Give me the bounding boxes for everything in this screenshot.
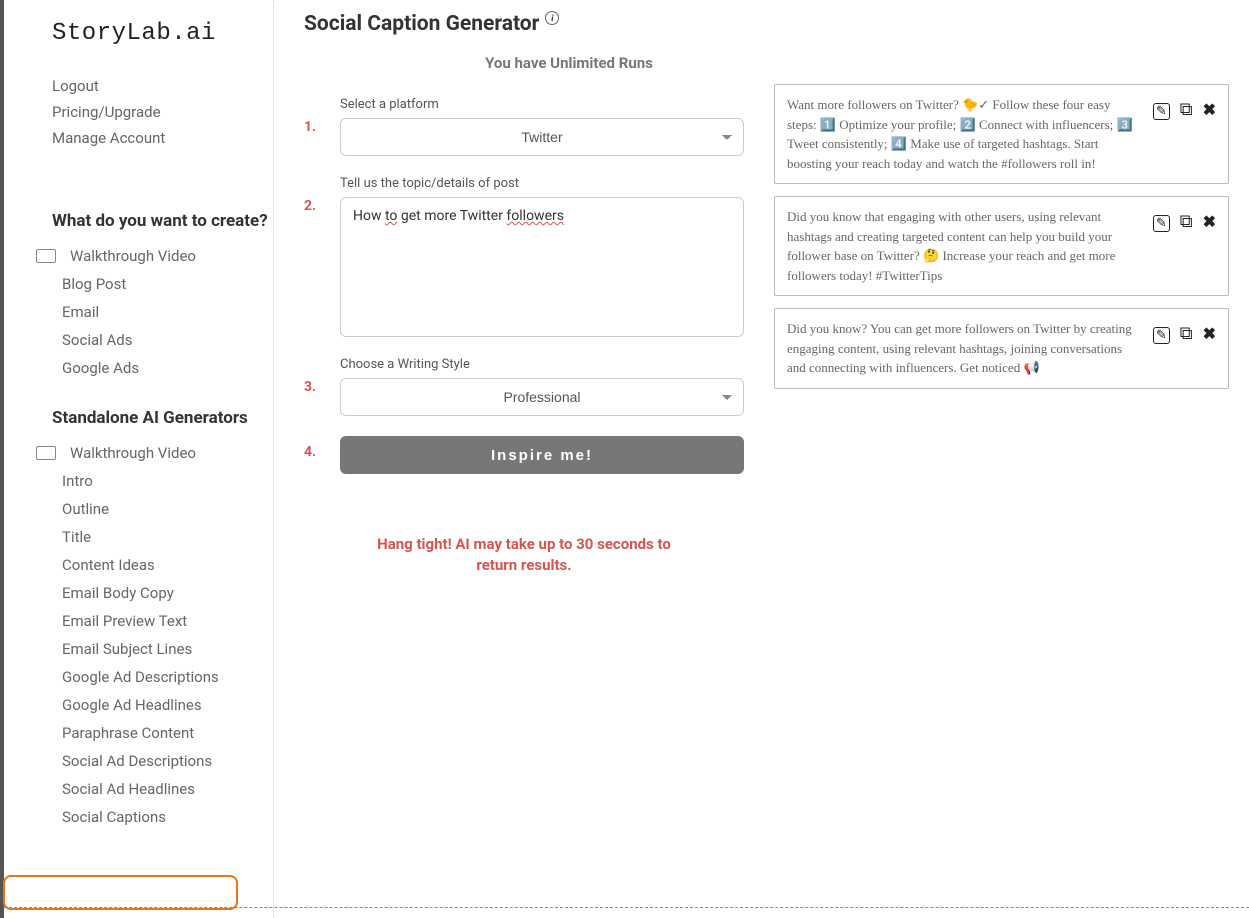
sidebar-item-email[interactable]: Email xyxy=(4,298,273,326)
sidebar-item-content-ideas[interactable]: Content Ideas xyxy=(4,551,273,579)
close-icon[interactable] xyxy=(1203,323,1216,344)
copy-icon[interactable] xyxy=(1180,211,1193,232)
wait-message: Hang tight! AI may take up to 30 seconds… xyxy=(304,534,744,576)
step-2-number: 2. xyxy=(304,176,322,337)
result-actions xyxy=(1153,319,1216,378)
bottom-divider xyxy=(4,907,1249,908)
sidebar-item-intro[interactable]: Intro xyxy=(4,467,273,495)
step-3: 3. Choose a Writing Style Professional xyxy=(304,357,744,416)
sidebar-list-2: Walkthrough Video Intro Outline Title Co… xyxy=(4,439,273,831)
page-title: Social Caption Generator i xyxy=(304,12,744,36)
inspire-button[interactable]: Inspire me! xyxy=(340,436,744,474)
result-text: Did you know? You can get more followers… xyxy=(787,319,1143,378)
runs-message: You have Unlimited Runs xyxy=(304,54,744,72)
account-links: Logout Pricing/Upgrade Manage Account xyxy=(4,77,273,155)
edit-icon[interactable] xyxy=(1153,211,1170,232)
edit-icon[interactable] xyxy=(1153,323,1170,344)
sidebar-item-social-ads[interactable]: Social Ads xyxy=(4,326,273,354)
platform-select[interactable]: Twitter xyxy=(340,118,744,156)
step-3-number: 3. xyxy=(304,357,322,416)
sidebar-item-google-ads[interactable]: Google Ads xyxy=(4,354,273,382)
sidebar-list-1: Walkthrough Video Blog Post Email Social… xyxy=(4,242,273,382)
sidebar-item-social-captions[interactable]: Social Captions xyxy=(4,803,273,831)
logout-link[interactable]: Logout xyxy=(52,77,273,95)
main-content: Social Caption Generator i You have Unli… xyxy=(274,0,1249,918)
style-label: Choose a Writing Style xyxy=(340,357,744,372)
sidebar-item-social-ad-descriptions[interactable]: Social Ad Descriptions xyxy=(4,747,273,775)
topic-textarea[interactable]: How to get more Twitter followers xyxy=(340,197,744,337)
result-card: Did you know? You can get more followers… xyxy=(774,308,1229,389)
pricing-link[interactable]: Pricing/Upgrade xyxy=(52,103,273,121)
sidebar-item-google-ad-headlines[interactable]: Google Ad Headlines xyxy=(4,691,273,719)
step-1-number: 1. xyxy=(304,97,322,156)
sidebar-item-email-subject-lines[interactable]: Email Subject Lines xyxy=(4,635,273,663)
step-4-number: 4. xyxy=(304,436,322,474)
results-column: Want more followers on Twitter? 🐤✓ Follo… xyxy=(774,12,1229,918)
copy-icon[interactable] xyxy=(1180,323,1193,344)
sidebar-item-title[interactable]: Title xyxy=(4,523,273,551)
result-actions xyxy=(1153,207,1216,285)
sidebar-item-walkthrough-video-2[interactable]: Walkthrough Video xyxy=(4,439,273,467)
result-actions xyxy=(1153,95,1216,173)
sidebar-item-social-ad-headlines[interactable]: Social Ad Headlines xyxy=(4,775,273,803)
manage-account-link[interactable]: Manage Account xyxy=(52,129,273,147)
sidebar-item-google-ad-descriptions[interactable]: Google Ad Descriptions xyxy=(4,663,273,691)
step-4: 4. Inspire me! xyxy=(304,436,744,474)
sidebar-item-email-body-copy[interactable]: Email Body Copy xyxy=(4,579,273,607)
topic-label: Tell us the topic/details of post xyxy=(340,176,744,191)
form-column: Social Caption Generator i You have Unli… xyxy=(304,12,744,918)
result-card: Want more followers on Twitter? 🐤✓ Follo… xyxy=(774,84,1229,184)
step-2: 2. Tell us the topic/details of post How… xyxy=(304,176,744,337)
result-text: Did you know that engaging with other us… xyxy=(787,207,1143,285)
sidebar-item-email-preview-text[interactable]: Email Preview Text xyxy=(4,607,273,635)
result-card: Did you know that engaging with other us… xyxy=(774,196,1229,296)
close-icon[interactable] xyxy=(1203,99,1216,120)
close-icon[interactable] xyxy=(1203,211,1216,232)
sidebar: StoryLab.ai Logout Pricing/Upgrade Manag… xyxy=(4,0,274,918)
copy-icon[interactable] xyxy=(1180,99,1193,120)
sidebar-item-outline[interactable]: Outline xyxy=(4,495,273,523)
page-title-text: Social Caption Generator xyxy=(304,12,539,36)
sidebar-item-paraphrase-content[interactable]: Paraphrase Content xyxy=(4,719,273,747)
logo: StoryLab.ai xyxy=(4,20,273,47)
step-1: 1. Select a platform Twitter xyxy=(304,97,744,156)
sidebar-section-title-1: What do you want to create? xyxy=(4,210,273,232)
sidebar-section-title-2: Standalone AI Generators xyxy=(4,407,273,429)
result-text: Want more followers on Twitter? 🐤✓ Follo… xyxy=(787,95,1143,173)
style-select[interactable]: Professional xyxy=(340,378,744,416)
edit-icon[interactable] xyxy=(1153,99,1170,120)
platform-label: Select a platform xyxy=(340,97,744,112)
sidebar-item-walkthrough-video[interactable]: Walkthrough Video xyxy=(4,242,273,270)
sidebar-item-blog-post[interactable]: Blog Post xyxy=(4,270,273,298)
info-icon[interactable]: i xyxy=(545,11,559,25)
